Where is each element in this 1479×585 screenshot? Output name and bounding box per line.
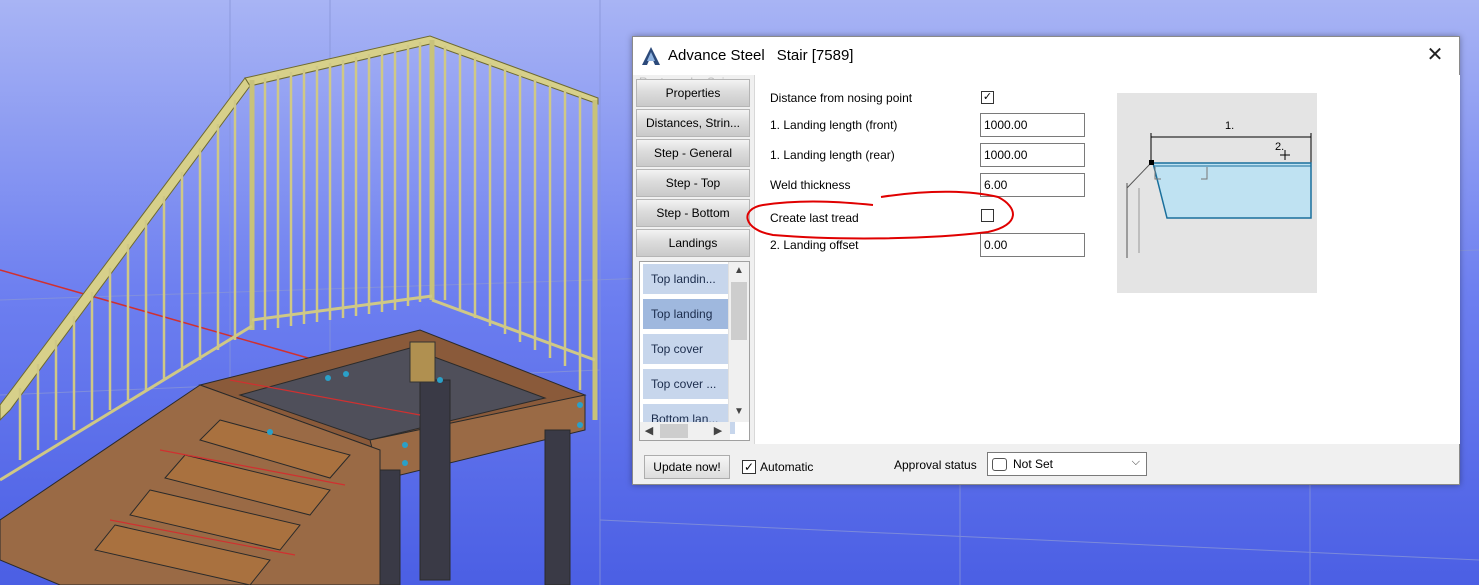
vertical-scroll-thumb[interactable] xyxy=(731,282,747,340)
automatic-checkbox[interactable]: ✓ xyxy=(742,460,756,474)
scroll-right-icon[interactable]: ▶ xyxy=(712,424,724,438)
nav-step-general-button[interactable]: Step - General xyxy=(636,139,750,167)
approval-status-label: Approval status xyxy=(894,458,977,472)
scroll-down-icon[interactable]: ▼ xyxy=(733,406,745,418)
nav-properties-button[interactable]: Properties xyxy=(636,79,750,107)
approval-status-value: Not Set xyxy=(1013,457,1054,471)
landing-length-front-field[interactable] xyxy=(980,113,1085,137)
nav-step-bottom-button[interactable]: Step - Bottom xyxy=(636,199,750,227)
sublist-item-top-landing-1[interactable]: Top landin... xyxy=(643,264,735,294)
create-last-tread-label: Create last tread xyxy=(770,211,859,225)
weld-thickness-field[interactable] xyxy=(980,173,1085,197)
app-name: Advance Steel xyxy=(668,47,765,64)
approval-status-select[interactable]: Not Set ⌵ xyxy=(987,452,1147,476)
update-now-button[interactable]: Update now! xyxy=(644,455,730,479)
automatic-label: Automatic xyxy=(760,460,814,474)
distance-from-nosing-checkbox[interactable]: ✓ xyxy=(981,91,994,104)
create-last-tread-checkbox[interactable] xyxy=(981,209,994,222)
landing-offset-label: 2. Landing offset xyxy=(770,238,859,252)
advance-steel-logo-icon xyxy=(641,46,661,66)
title-bar[interactable]: Advance Steel Stair [7589] ✕ xyxy=(633,37,1459,75)
sublist-vertical-scrollbar[interactable]: ▲ ▼ xyxy=(728,262,749,422)
landing-length-rear-field[interactable] xyxy=(980,143,1085,167)
sublist-item-top-landing[interactable]: Top landing xyxy=(643,299,735,329)
scroll-left-icon[interactable]: ◀ xyxy=(643,424,655,438)
sublist-item-top-cover-2[interactable]: Top cover ... xyxy=(643,369,735,399)
diagram-label-2: 2. xyxy=(1275,141,1284,153)
nav-step-top-button[interactable]: Step - Top xyxy=(636,169,750,197)
landing-length-rear-label: 1. Landing length (rear) xyxy=(770,148,895,162)
sublist-item-top-cover[interactable]: Top cover xyxy=(643,334,735,364)
diagram-label-1: 1. xyxy=(1225,120,1234,132)
close-button[interactable]: ✕ xyxy=(1423,44,1447,68)
weld-thickness-label: Weld thickness xyxy=(770,178,851,192)
landings-sublist: Top landin... Top landing Top cover Top … xyxy=(639,261,750,441)
horizontal-scroll-thumb[interactable] xyxy=(660,424,688,438)
distance-from-nosing-label: Distance from nosing point xyxy=(770,91,913,105)
landing-offset-field[interactable] xyxy=(980,233,1085,257)
status-swatch-icon xyxy=(992,458,1007,471)
landing-length-front-label: 1. Landing length (front) xyxy=(770,118,898,132)
category-nav: Rectangular Snip Properties Distances, S… xyxy=(636,75,753,445)
nav-distances-button[interactable]: Distances, Strin... xyxy=(636,109,750,137)
dialog-title: Stair [7589] xyxy=(776,47,854,64)
stair-properties-dialog: Advance Steel Stair [7589] ✕ Rectangular … xyxy=(632,36,1460,485)
scroll-up-icon[interactable]: ▲ xyxy=(733,265,745,277)
landing-properties-panel: Distance from nosing point ✓ 1. Landing … xyxy=(754,75,1460,444)
landing-diagram: 1. 2. xyxy=(1117,93,1317,293)
sublist-horizontal-scrollbar[interactable]: ◀ ▶ xyxy=(640,422,730,440)
chevron-down-icon: ⌵ xyxy=(1131,456,1140,468)
nav-landings-button[interactable]: Landings xyxy=(636,229,750,257)
window-title: Advance Steel Stair [7589] xyxy=(668,47,865,64)
